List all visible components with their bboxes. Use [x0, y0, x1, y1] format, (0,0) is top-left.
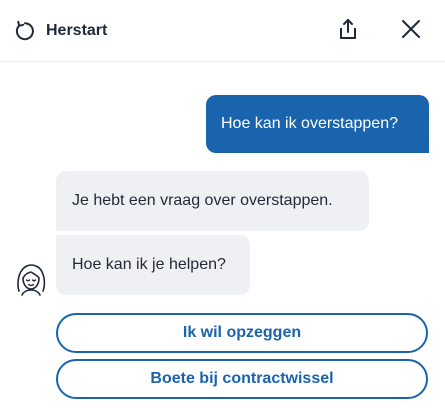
- bot-message-bubble: Je hebt een vraag over overstappen.: [56, 171, 369, 231]
- chat-window: Herstart Hoe kan ik overstappen? Je hebt…: [0, 0, 445, 412]
- restart-icon: [14, 20, 36, 42]
- restart-label: Herstart: [46, 22, 108, 39]
- quick-reply-button[interactable]: Boete bij contractwissel: [56, 359, 428, 399]
- close-button[interactable]: [397, 17, 425, 45]
- user-message-bubble: Hoe kan ik overstappen?: [206, 95, 429, 153]
- bot-message-bubble: Hoe kan ik je helpen?: [56, 235, 250, 295]
- quick-reply-button[interactable]: Ik wil opzeggen: [56, 313, 428, 353]
- share-icon: [338, 18, 358, 45]
- chat-header: Herstart: [0, 0, 445, 62]
- share-button[interactable]: [334, 17, 362, 45]
- restart-button[interactable]: Herstart: [14, 15, 107, 47]
- agent-avatar-icon: [14, 261, 48, 297]
- close-icon: [400, 18, 422, 45]
